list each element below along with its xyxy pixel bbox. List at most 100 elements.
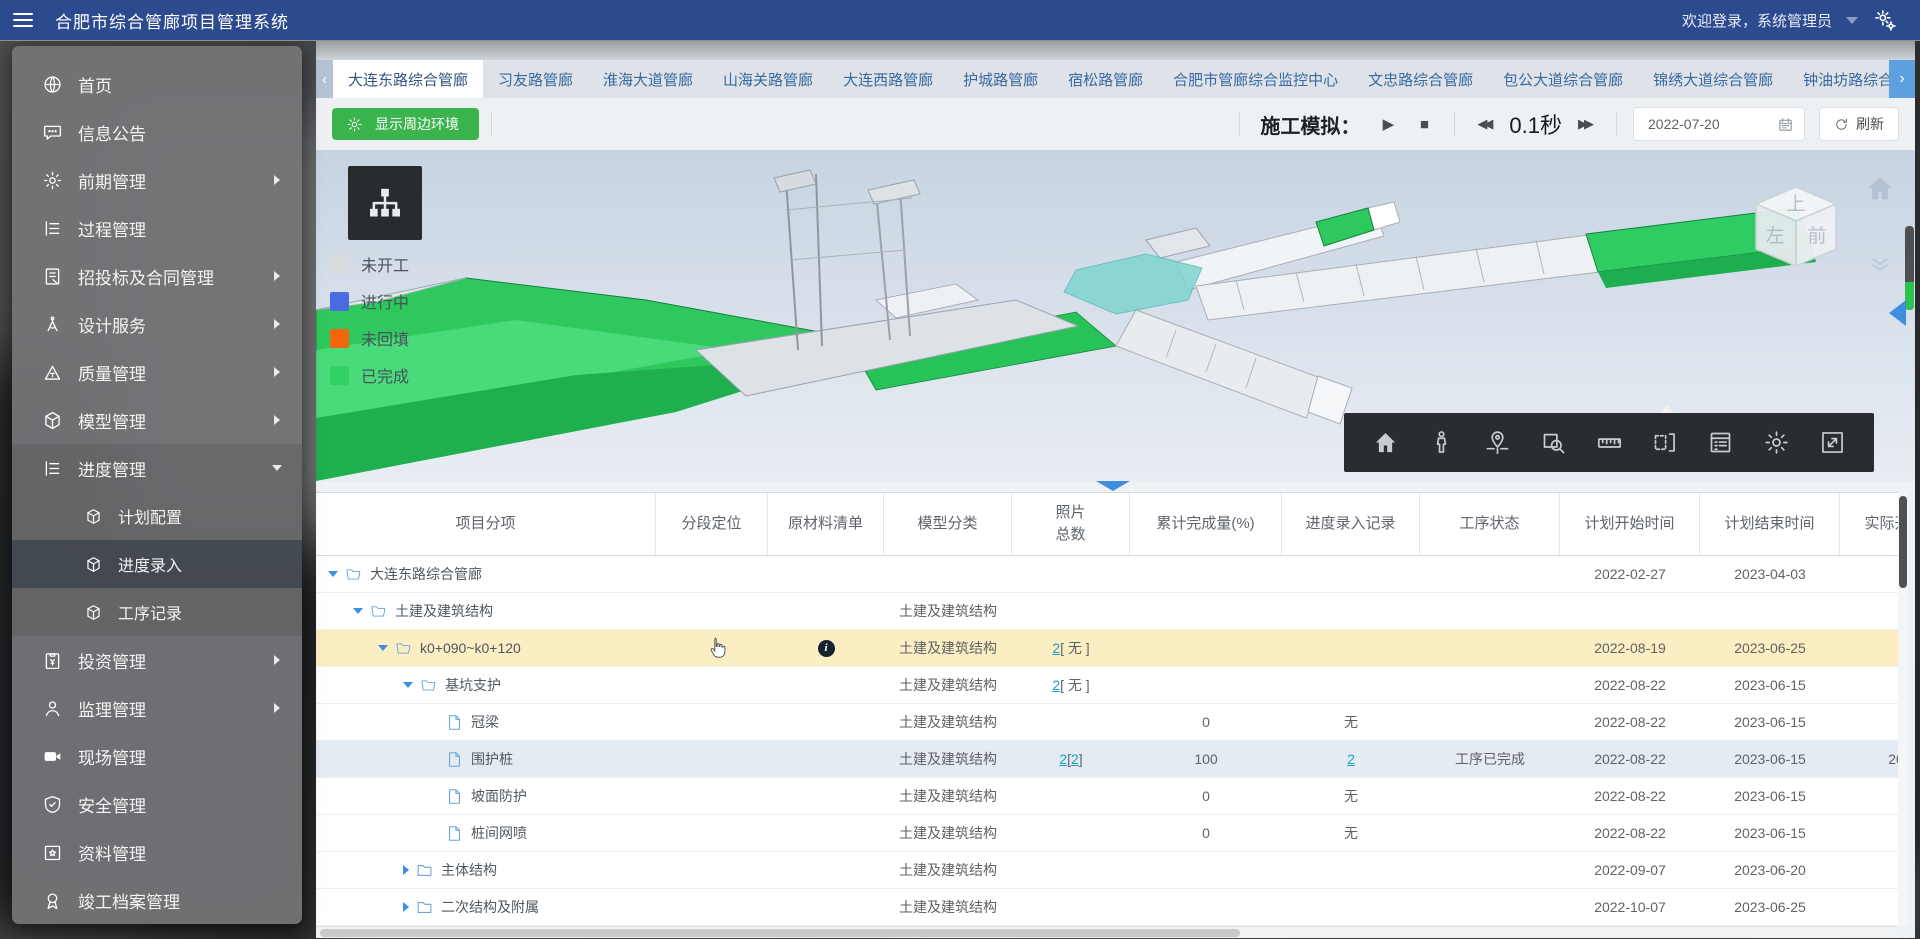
table-row-基坑支护[interactable]: 基坑支护土建及建筑结构2 [ 无 ]2022-08-222023-06-15 <box>316 667 1898 704</box>
table-row-大连东路综合管廊[interactable]: 大连东路综合管廊2022-02-272023-04-03 <box>316 556 1898 593</box>
collapse-cube-icon[interactable] <box>1866 250 1894 278</box>
sidebar-item-label: 质量管理 <box>78 360 146 385</box>
table-row-围护桩[interactable]: 围护桩土建及建筑结构2 [ 2 ]1002工序已完成2022-08-222023… <box>316 741 1898 778</box>
welcome-user-text[interactable]: 欢迎登录，系统管理员 <box>1682 10 1832 31</box>
sidebar-item-17[interactable]: 资料管理 <box>12 828 302 876</box>
node-name[interactable]: 桩间网喷 <box>471 823 527 843</box>
tabs-scroll-left-icon[interactable]: ‹ <box>316 60 333 98</box>
tab-project-8[interactable]: 合肥市管廊综合监控中心 <box>1158 60 1353 98</box>
sidebar-item-14[interactable]: 监理管理 <box>12 684 302 732</box>
collapse-viewer-icon[interactable] <box>1096 481 1130 491</box>
photo-count-link[interactable]: 2 <box>1052 640 1060 656</box>
cube-face-left: 左 <box>1765 225 1784 247</box>
progress-record-link[interactable]: 2 <box>1347 751 1355 767</box>
user-menu-caret-icon[interactable] <box>1846 17 1858 24</box>
tab-project-2[interactable]: 习友路管廊 <box>483 60 588 98</box>
zoom-area-icon[interactable] <box>1540 429 1567 456</box>
tab-project-4[interactable]: 山海关路管廊 <box>708 60 828 98</box>
tab-project-1[interactable]: 大连东路综合管廊 <box>333 60 483 98</box>
sidebar-item-15[interactable]: 现场管理 <box>12 732 302 780</box>
pin-icon[interactable] <box>1484 429 1511 456</box>
person-walk-icon[interactable] <box>1428 429 1455 456</box>
tabs-scroll-right-icon[interactable]: › <box>1889 60 1915 98</box>
tab-project-6[interactable]: 护城路管廊 <box>948 60 1053 98</box>
sidebar-item-1[interactable]: 首页 <box>12 60 302 108</box>
hscroll-thumb[interactable] <box>320 929 1240 937</box>
node-name[interactable]: 坡面防护 <box>471 786 527 806</box>
home-icon[interactable] <box>1372 429 1399 456</box>
sidebar-item-10[interactable]: 计划配置 <box>12 492 302 540</box>
rewind-icon[interactable]: ◀◀ <box>1467 108 1503 140</box>
sidebar-item-9[interactable]: 进度管理 <box>12 444 302 492</box>
sidebar-item-8[interactable]: 模型管理 <box>12 396 302 444</box>
sidebar-item-4[interactable]: 过程管理 <box>12 204 302 252</box>
view-home-icon[interactable] <box>1864 172 1896 204</box>
caret-down-icon[interactable] <box>403 682 413 688</box>
photo-count-link[interactable]: 2 <box>1071 751 1079 767</box>
sidebar-item-16[interactable]: 安全管理 <box>12 780 302 828</box>
tab-project-3[interactable]: 淮海大道管廊 <box>588 60 708 98</box>
caret-right-icon[interactable] <box>403 865 409 875</box>
list-panel-icon[interactable] <box>1707 429 1734 456</box>
gear-icon[interactable] <box>1763 429 1790 456</box>
tab-project-11[interactable]: 锦绣大道综合管廊 <box>1638 60 1788 98</box>
table-row-冠梁[interactable]: 冠梁土建及建筑结构0无2022-08-222023-06-15 <box>316 704 1898 741</box>
sidebar-item-13[interactable]: 投资管理 <box>12 636 302 684</box>
structure-tree-button[interactable] <box>348 166 422 240</box>
forward-icon[interactable]: ▶▶ <box>1568 108 1604 140</box>
node-name[interactable]: 大连东路综合管廊 <box>370 564 482 584</box>
caret-down-icon[interactable] <box>353 608 363 614</box>
sidebar-item-18[interactable]: 竣工档案管理 <box>12 876 302 924</box>
sidebar-item-3[interactable]: 前期管理 <box>12 156 302 204</box>
photo-count-link[interactable]: 2 <box>1059 751 1067 767</box>
scroll-progress-bar[interactable] <box>1905 226 1914 310</box>
fullscreen-icon[interactable] <box>1819 429 1846 456</box>
gears-icon[interactable] <box>1872 7 1898 33</box>
node-name[interactable]: 围护桩 <box>471 749 513 769</box>
sidebar-item-2[interactable]: 信息公告 <box>12 108 302 156</box>
stop-icon[interactable]: ■ <box>1406 108 1442 140</box>
table-row-桩间网喷[interactable]: 桩间网喷土建及建筑结构0无2022-08-222023-06-15 <box>316 815 1898 852</box>
cell-material-list <box>768 889 884 925</box>
node-name[interactable]: 土建及建筑结构 <box>395 601 493 621</box>
expand-panel-icon[interactable] <box>1889 300 1906 326</box>
caret-right-icon[interactable] <box>403 902 409 912</box>
hamburger-icon[interactable] <box>13 13 33 27</box>
table-row-k0+090~k0+120[interactable]: k0+090~k0+120i土建及建筑结构2 [ 无 ]2022-08-1920… <box>316 630 1898 667</box>
horizontal-scrollbar[interactable] <box>316 926 1898 938</box>
table-row-主体结构[interactable]: 主体结构土建及建筑结构2022-09-072023-06-20 <box>316 852 1898 889</box>
play-icon[interactable]: ▶ <box>1370 108 1406 140</box>
node-name[interactable]: 冠梁 <box>471 712 499 732</box>
vscroll-thumb[interactable] <box>1899 496 1907 588</box>
tab-project-9[interactable]: 文忠路综合管廊 <box>1353 60 1488 98</box>
tab-project-10[interactable]: 包公大道综合管廊 <box>1488 60 1638 98</box>
caret-down-icon[interactable] <box>378 645 388 651</box>
refresh-button[interactable]: 刷新 <box>1819 107 1899 141</box>
tab-project-5[interactable]: 大连西路管廊 <box>828 60 948 98</box>
sidebar-item-12[interactable]: 工序记录 <box>12 588 302 636</box>
caret-down-icon[interactable] <box>328 571 338 577</box>
node-name[interactable]: 主体结构 <box>441 860 497 880</box>
sidebar-item-5[interactable]: 招投标及合同管理 <box>12 252 302 300</box>
simulation-date-input[interactable]: 2022-07-20 <box>1633 107 1805 141</box>
column-header-1: 项目分项 <box>316 493 656 555</box>
node-name[interactable]: k0+090~k0+120 <box>420 640 521 656</box>
sidebar-item-7[interactable]: 质量管理 <box>12 348 302 396</box>
table-row-二次结构及附属[interactable]: 二次结构及附属土建及建筑结构2022-10-072023-06-25 <box>316 889 1898 926</box>
table-row-土建及建筑结构[interactable]: 土建及建筑结构土建及建筑结构 <box>316 593 1898 630</box>
vertical-scrollbar[interactable] <box>1898 492 1908 926</box>
ruler-icon[interactable] <box>1596 429 1623 456</box>
sidebar-item-6[interactable]: 设计服务 <box>12 300 302 348</box>
photo-count-link[interactable]: 2 <box>1052 677 1060 693</box>
navigation-cube[interactable]: 上 左 前 <box>1736 164 1856 286</box>
node-name[interactable]: 二次结构及附属 <box>441 897 539 917</box>
show-environment-button[interactable]: 显示周边环境 <box>332 108 479 140</box>
bim-3d-viewer[interactable]: 未开工进行中未回填已完成 上 左 前 <box>316 150 1915 481</box>
info-icon[interactable]: i <box>818 640 835 657</box>
tab-project-7[interactable]: 宿松路管廊 <box>1053 60 1158 98</box>
table-row-坡面防护[interactable]: 坡面防护土建及建筑结构0无2022-08-222023-06-15 <box>316 778 1898 815</box>
sidebar-item-label: 监理管理 <box>78 696 146 721</box>
sidebar-item-11[interactable]: 进度录入 <box>12 540 302 588</box>
node-name[interactable]: 基坑支护 <box>445 675 501 695</box>
section-icon[interactable] <box>1651 429 1678 456</box>
